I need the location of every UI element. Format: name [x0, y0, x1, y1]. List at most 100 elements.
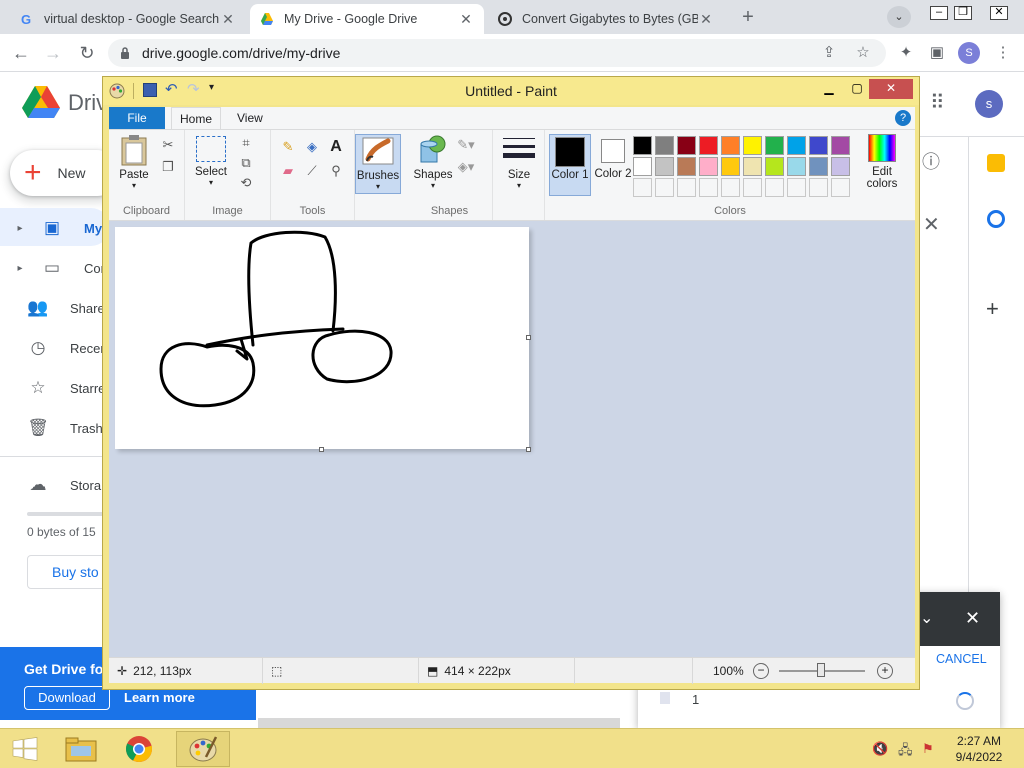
color-picker-icon[interactable]: ⟋: [303, 162, 321, 180]
crop-icon[interactable]: ⌗: [237, 134, 255, 152]
palette-swatch[interactable]: [787, 157, 806, 176]
sidebar-item-starred[interactable]: ☆ Starre: [0, 370, 105, 406]
close-details-icon[interactable]: ✕: [923, 212, 940, 237]
edit-colors-button[interactable]: Edit colors: [857, 132, 907, 190]
palette-swatch[interactable]: [699, 157, 718, 176]
resize-handle-corner[interactable]: [526, 447, 531, 452]
palette-swatch[interactable]: [633, 178, 652, 197]
palette-swatch[interactable]: [743, 178, 762, 197]
palette-swatch[interactable]: [721, 157, 740, 176]
sidebar-item-trash[interactable]: 🗑 Trash: [0, 410, 103, 446]
palette-swatch[interactable]: [655, 157, 674, 176]
download-button[interactable]: Download: [24, 686, 110, 710]
outline-icon[interactable]: ✎▾: [457, 136, 475, 154]
shapes-button[interactable]: Shapes ▾: [413, 134, 453, 190]
add-addon-icon[interactable]: +: [986, 296, 999, 322]
close-tab-icon[interactable]: ✕: [458, 11, 474, 28]
palette-swatch[interactable]: [765, 178, 784, 197]
paste-dropdown-icon[interactable]: ▾: [115, 181, 153, 190]
resize-handle-right[interactable]: [526, 335, 531, 340]
tab-home[interactable]: Home: [171, 107, 221, 131]
tab-search-icon[interactable]: ⌄: [887, 6, 911, 28]
palette-swatch[interactable]: [765, 157, 784, 176]
select-dropdown-icon[interactable]: ▾: [189, 178, 233, 187]
horizontal-scrollbar[interactable]: [258, 718, 620, 728]
cut-icon[interactable]: ✂: [159, 136, 177, 154]
volume-muted-icon[interactable]: 🔇: [872, 741, 888, 757]
palette-swatch[interactable]: [809, 178, 828, 197]
start-button[interactable]: [0, 731, 50, 767]
side-panel-icon[interactable]: ▣: [926, 42, 948, 64]
redo-icon[interactable]: ↷: [187, 80, 200, 98]
learn-more-link[interactable]: Learn more: [124, 690, 195, 705]
new-tab-button[interactable]: +: [737, 6, 759, 28]
extensions-icon[interactable]: ✦: [895, 42, 917, 64]
zoom-slider-thumb[interactable]: [817, 663, 825, 677]
palette-swatch[interactable]: [743, 157, 762, 176]
close-tab-icon[interactable]: ✕: [698, 11, 714, 28]
back-arrow-icon[interactable]: ←: [10, 42, 32, 64]
resize-handle-bottom[interactable]: [319, 447, 324, 452]
rotate-icon[interactable]: ⟲: [237, 174, 255, 192]
palette-swatch[interactable]: [721, 136, 740, 155]
reload-icon[interactable]: ↻: [76, 42, 98, 64]
sidebar-item-shared[interactable]: 👥 Share: [0, 290, 104, 326]
paint-taskbar-button[interactable]: [176, 731, 230, 767]
palette-swatch[interactable]: [699, 178, 718, 197]
palette-swatch[interactable]: [831, 178, 850, 197]
palette-swatch[interactable]: [787, 136, 806, 155]
undo-icon[interactable]: ↶: [165, 80, 178, 98]
address-bar[interactable]: drive.google.com/drive/my-drive ⇪ ☆: [108, 39, 886, 67]
palette-swatch[interactable]: [831, 136, 850, 155]
account-avatar[interactable]: s: [975, 90, 1003, 118]
drawing-canvas[interactable]: [115, 227, 531, 452]
tab-view[interactable]: View: [237, 111, 263, 125]
palette-swatch[interactable]: [699, 136, 718, 155]
forward-arrow-icon[interactable]: →: [42, 42, 64, 64]
close-icon[interactable]: ✕: [965, 608, 980, 629]
sidebar-item-storage[interactable]: ☁ Stora: [0, 467, 102, 503]
select-button[interactable]: Select ▾: [189, 134, 233, 187]
magnifier-icon[interactable]: ⚲: [327, 162, 345, 180]
palette-swatch[interactable]: [655, 178, 674, 197]
tab-my-drive[interactable]: My Drive - Google Drive ✕: [250, 4, 484, 34]
palette-swatch[interactable]: [633, 136, 652, 155]
tasks-icon[interactable]: [987, 210, 1005, 228]
apps-grid-icon[interactable]: ⠿: [930, 90, 945, 115]
fill-icon[interactable]: ◈▾: [457, 158, 475, 176]
fill-bucket-icon[interactable]: ◈: [303, 138, 321, 156]
pencil-icon[interactable]: ✎: [279, 138, 297, 156]
palette-swatch[interactable]: [677, 136, 696, 155]
file-explorer-taskbar-button[interactable]: [54, 731, 108, 767]
bookmark-star-icon[interactable]: ☆: [852, 42, 874, 64]
paint-maximize-button[interactable]: ▢: [843, 79, 871, 99]
paint-close-button[interactable]: ✕: [869, 79, 913, 99]
close-window-button[interactable]: ✕: [984, 0, 1014, 22]
palette-swatch[interactable]: [765, 136, 784, 155]
paste-button[interactable]: Paste ▾: [115, 134, 153, 190]
tab-convert-gb[interactable]: Convert Gigabytes to Bytes (GB ✕: [488, 4, 724, 34]
close-tab-icon[interactable]: ✕: [220, 11, 236, 28]
brushes-button[interactable]: Brushes ▾: [355, 134, 401, 194]
keep-icon[interactable]: [987, 154, 1005, 172]
menu-kebab-icon[interactable]: ⋮: [992, 42, 1014, 64]
action-center-icon[interactable]: ⚑: [922, 741, 934, 757]
resize-icon[interactable]: ⧉: [237, 154, 255, 172]
color2-button[interactable]: Color 2: [593, 134, 633, 180]
palette-swatch[interactable]: [633, 157, 652, 176]
network-icon[interactable]: 🖧: [898, 741, 913, 763]
help-icon[interactable]: ?: [895, 110, 911, 126]
chrome-taskbar-button[interactable]: [112, 731, 166, 767]
palette-swatch[interactable]: [721, 178, 740, 197]
copy-icon[interactable]: ❐: [159, 158, 177, 176]
sidebar-item-recent[interactable]: ◷ Recer: [0, 330, 105, 366]
palette-swatch[interactable]: [809, 136, 828, 155]
paint-titlebar[interactable]: Untitled - Paint ↶ ↷ ▾ ▁ ▢ ✕: [103, 77, 919, 105]
save-icon[interactable]: [143, 83, 157, 97]
palette-swatch[interactable]: [787, 178, 806, 197]
chevron-down-icon[interactable]: ⌄: [920, 608, 933, 628]
taskbar-clock[interactable]: 2:27 AM 9/4/2022: [948, 733, 1010, 765]
paint-app-icon[interactable]: [109, 83, 125, 99]
share-icon[interactable]: ⇪: [818, 42, 840, 64]
tab-file[interactable]: File: [109, 107, 165, 129]
